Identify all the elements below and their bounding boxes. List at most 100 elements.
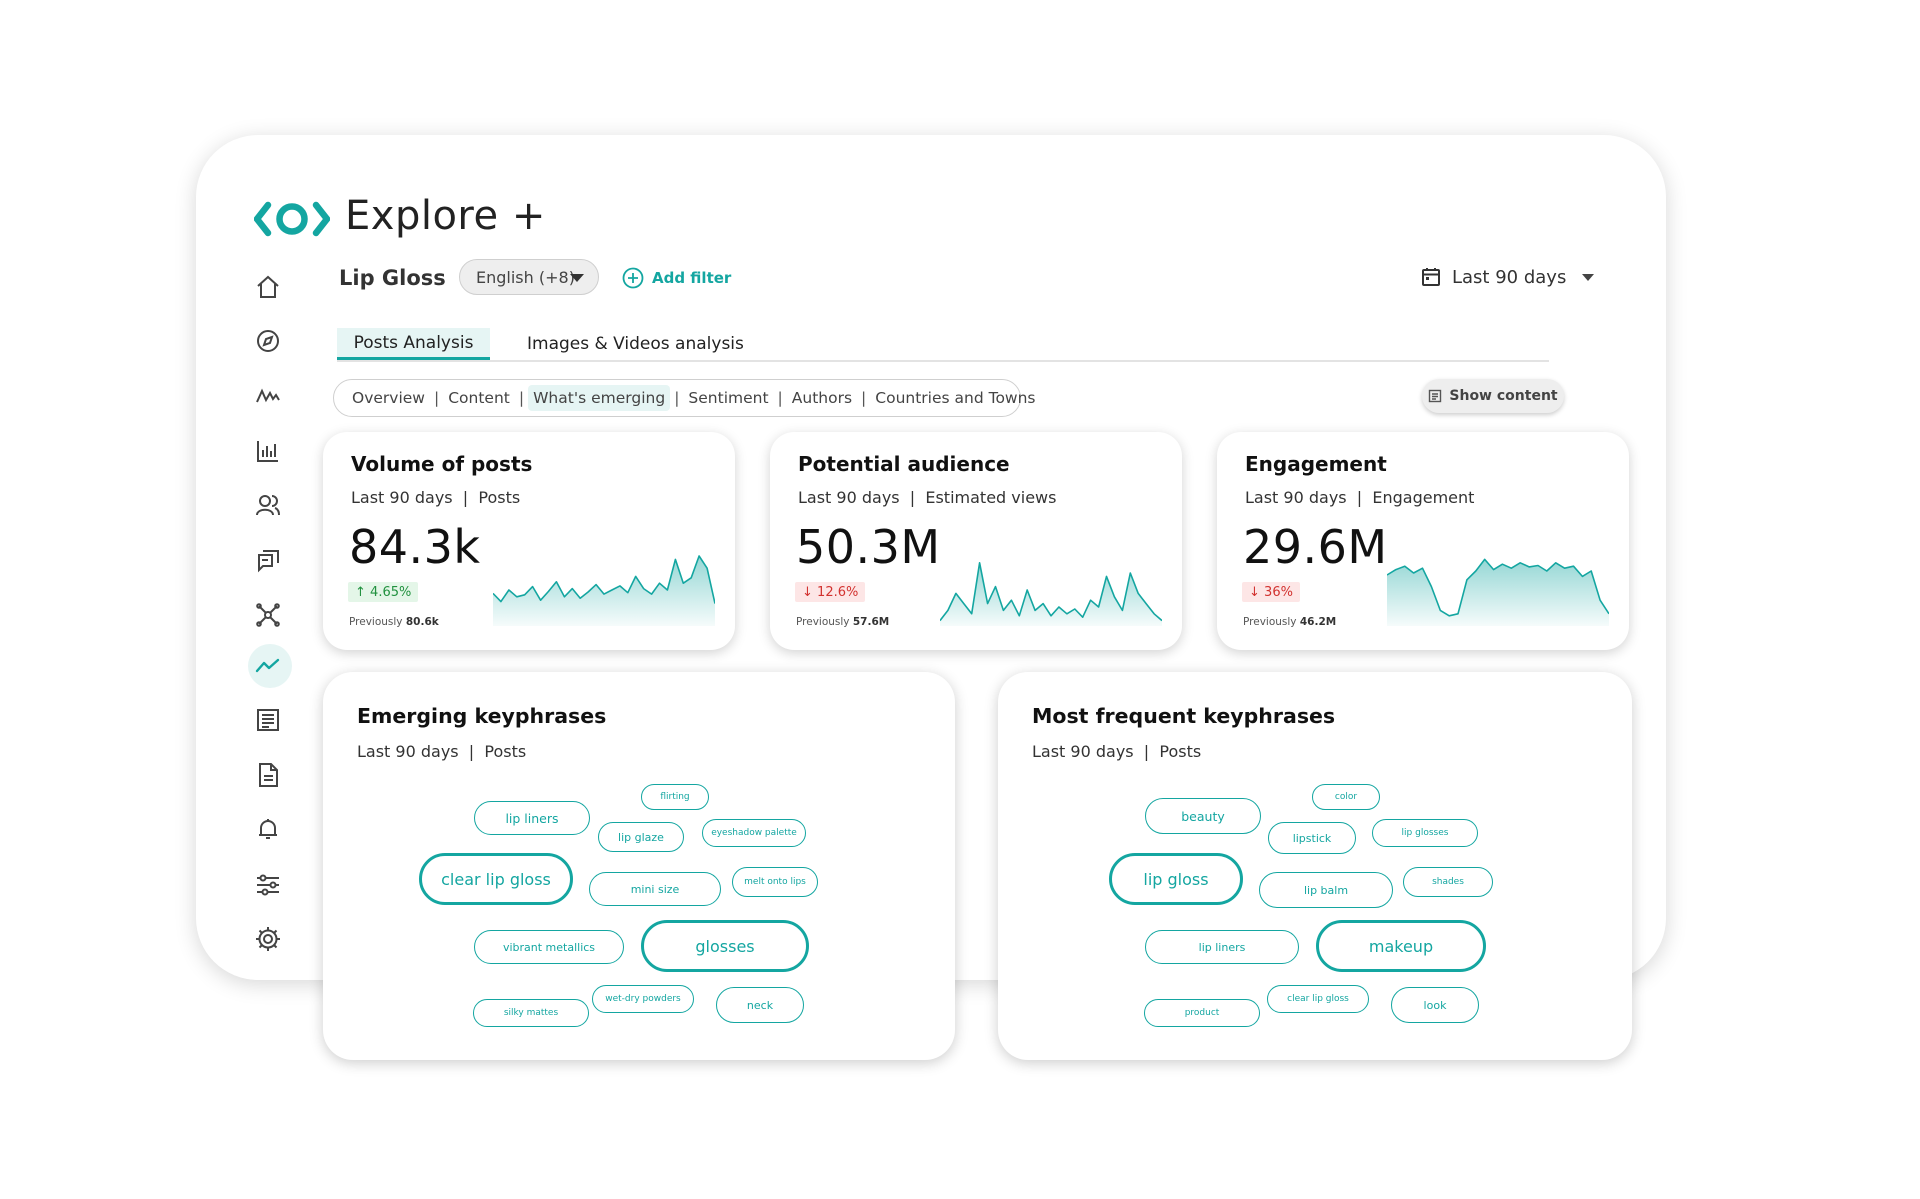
caret-down-icon: [570, 274, 584, 282]
keyphrase-bubble[interactable]: clear lip gloss: [1267, 985, 1369, 1013]
metric-change-badge: ↓ 12.6%: [795, 582, 866, 602]
keyphrase-bubble[interactable]: lip gloss: [1109, 853, 1243, 905]
subnav-separator: |: [518, 389, 525, 407]
bar-chart-icon: [257, 441, 278, 462]
card-title: Emerging keyphrases: [357, 704, 607, 728]
keyphrase-bubble[interactable]: vibrant metallics: [474, 930, 624, 964]
app-logo: [254, 201, 330, 237]
keyphrase-bubble[interactable]: mini size: [589, 872, 721, 906]
arrow-up-icon: ↑: [355, 584, 366, 600]
date-range-value: Last 90 days: [1452, 266, 1567, 288]
keyphrase-bubble[interactable]: neck: [716, 987, 804, 1023]
sidebar-item-alerts[interactable]: [253, 814, 283, 844]
keyphrase-bubble[interactable]: clear lip gloss: [419, 853, 573, 905]
metric-card-audience: Potential audience Last 90 days | Estima…: [770, 432, 1182, 650]
calendar-icon: [1422, 268, 1440, 286]
sparkline: [493, 555, 715, 626]
keyphrase-bubble[interactable]: color: [1312, 784, 1380, 810]
metric-title: Engagement: [1245, 452, 1387, 476]
keyphrase-bubble[interactable]: beauty: [1145, 798, 1261, 834]
metric-previous: Previously 46.2M: [1243, 616, 1337, 628]
card-subtitle: Last 90 days | Posts: [1032, 742, 1202, 761]
metric-previous: Previously 80.6k: [349, 616, 439, 628]
users-icon: [256, 495, 280, 516]
sidebar-item-settings[interactable]: [253, 924, 283, 954]
subnav-sentiment[interactable]: Sentiment: [688, 389, 768, 407]
arrow-down-icon: ↓: [802, 584, 813, 600]
keyphrase-bubble[interactable]: silky mattes: [473, 999, 589, 1027]
sidebar-item-discover[interactable]: [253, 326, 283, 356]
show-content-button[interactable]: Show content: [1422, 379, 1564, 413]
sidebar-item-conversations[interactable]: [253, 546, 283, 576]
keyphrase-bubble[interactable]: makeup: [1316, 920, 1486, 972]
keyphrase-bubble[interactable]: eyeshadow palette: [702, 819, 806, 847]
metric-card-engagement: Engagement Last 90 days | Engagement 29.…: [1217, 432, 1629, 650]
sliders-icon: [257, 874, 279, 896]
keyphrase-bubble[interactable]: lip balm: [1259, 872, 1393, 908]
add-filter-button[interactable]: Add filter: [622, 267, 731, 289]
keyphrase-bubble[interactable]: flirting: [641, 784, 709, 810]
metric-change-badge: ↑ 4.65%: [348, 582, 419, 602]
metric-value: 29.6M: [1243, 520, 1388, 574]
sparkline: [1387, 558, 1609, 626]
sub-navigation: Overview | Content | What's emerging | S…: [333, 379, 1036, 417]
keyphrase-bubble[interactable]: lip glaze: [598, 822, 684, 852]
subnav-overview[interactable]: Overview: [352, 389, 425, 407]
keyphrase-bubble[interactable]: product: [1144, 999, 1260, 1027]
arrow-down-icon: ↓: [1249, 584, 1260, 600]
sidebar-item-network[interactable]: [253, 600, 283, 630]
language-dropdown[interactable]: English (+8): [459, 259, 599, 295]
list-icon: [1429, 389, 1442, 403]
sidebar-item-trends[interactable]: [253, 381, 283, 411]
date-range-dropdown[interactable]: Last 90 days: [1420, 266, 1595, 288]
sidebar-item-reports[interactable]: [253, 705, 283, 735]
card-subtitle: Last 90 days | Posts: [357, 742, 527, 761]
keyphrase-bubble[interactable]: lip liners: [474, 801, 590, 835]
metric-subtitle: Last 90 days | Estimated views: [798, 488, 1057, 507]
sidebar-item-whats-emerging[interactable]: [253, 651, 283, 681]
emerging-keyphrases-card: Emerging keyphrases Last 90 days | Posts…: [323, 672, 955, 1060]
metric-title: Volume of posts: [351, 452, 533, 476]
keyphrase-bubble[interactable]: shades: [1403, 867, 1493, 897]
keyphrase-bubble[interactable]: look: [1391, 987, 1479, 1023]
subnav-countries-towns[interactable]: Countries and Towns: [875, 389, 1035, 407]
keyphrase-bubble[interactable]: wet-dry powders: [592, 985, 694, 1013]
metric-value: 50.3M: [796, 520, 941, 574]
show-content-label: Show content: [1449, 388, 1558, 404]
metric-previous: Previously 57.6M: [796, 616, 890, 628]
frequent-keyphrases-card: Most frequent keyphrases Last 90 days | …: [998, 672, 1632, 1060]
tab-images-videos-analysis[interactable]: Images & Videos analysis: [527, 328, 744, 360]
keyphrase-bubble[interactable]: lip glosses: [1372, 819, 1478, 847]
card-title: Most frequent keyphrases: [1032, 704, 1336, 728]
sidebar-item-audience[interactable]: [253, 490, 283, 520]
subnav-separator: |: [433, 389, 440, 407]
sidebar-item-documents[interactable]: [253, 760, 283, 790]
sparkline: [940, 562, 1162, 626]
subnav-authors[interactable]: Authors: [792, 389, 852, 407]
sidebar-item-filters[interactable]: [253, 870, 283, 900]
language-value: English (+8): [476, 267, 575, 287]
keyphrase-bubble[interactable]: lip liners: [1145, 930, 1299, 964]
sidebar-item-home[interactable]: [253, 272, 283, 302]
plus-circle-icon: [622, 267, 644, 289]
home-icon: [257, 275, 279, 298]
settings-icon: [256, 927, 280, 951]
report-icon: [257, 709, 279, 731]
subnav-separator: |: [674, 389, 680, 407]
network-icon: [256, 603, 280, 627]
keyphrase-bubble[interactable]: lipstick: [1268, 822, 1356, 854]
compass-icon: [257, 330, 279, 352]
line-chart-icon: [255, 658, 280, 673]
bell-icon: [259, 819, 277, 839]
document-icon: [259, 763, 278, 787]
app-title: Explore +: [345, 193, 546, 239]
sidebar-item-analytics[interactable]: [253, 436, 283, 466]
subnav-separator: |: [861, 389, 867, 407]
keyphrase-bubble[interactable]: melt onto lips: [732, 867, 818, 897]
metric-change-badge: ↓ 36%: [1242, 582, 1300, 602]
tab-posts-analysis[interactable]: Posts Analysis: [337, 328, 490, 360]
metric-value: 84.3k: [349, 520, 481, 574]
keyphrase-bubble[interactable]: glosses: [641, 920, 809, 972]
subnav-whats-emerging[interactable]: What's emerging: [528, 385, 671, 411]
subnav-content[interactable]: Content: [448, 389, 510, 407]
